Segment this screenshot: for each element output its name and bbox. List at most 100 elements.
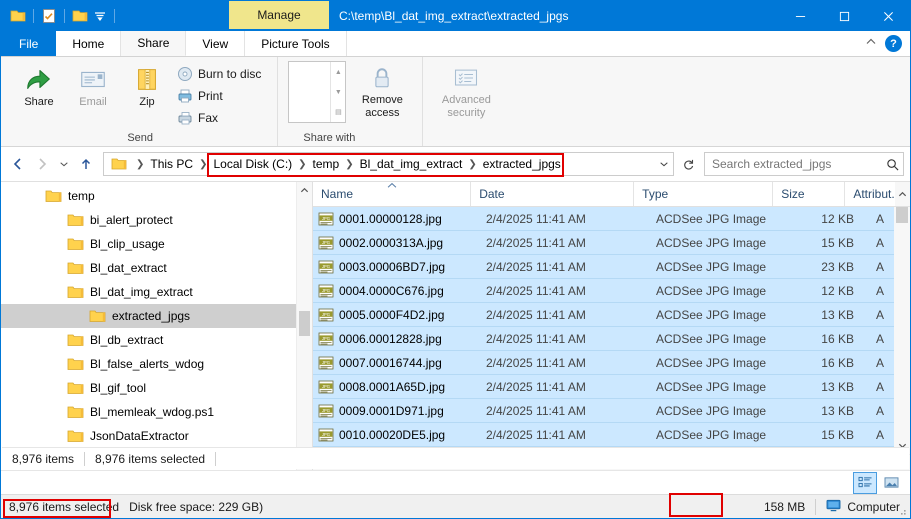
back-button[interactable] — [7, 152, 29, 176]
breadcrumb[interactable]: ❯ This PC ❯ Local Disk (C:) ❯ temp ❯ Bl_… — [103, 152, 674, 176]
zip-button[interactable]: Zip — [121, 61, 173, 112]
table-row[interactable]: JPG 0006.00012828.jpg 2/4/2025 11:41 AM ACD… — [313, 327, 894, 351]
remove-access-button[interactable]: Remove access — [352, 61, 412, 122]
breadcrumb-separator-2[interactable]: ❯ — [296, 159, 308, 170]
column-header-attributes[interactable]: Attribut. — [845, 182, 894, 206]
minimize-button[interactable] — [778, 1, 822, 31]
tab-view[interactable]: View — [186, 31, 246, 56]
sidebar-item-extracted-jpgs[interactable]: extracted_jpgs — [1, 304, 296, 328]
file-scroll-up-icon[interactable] — [894, 182, 910, 206]
recent-locations-icon[interactable] — [55, 152, 73, 176]
share-to-spinner[interactable]: ▲ ▼ ▤ — [330, 62, 345, 122]
spinner-up-icon[interactable]: ▲ — [331, 62, 345, 82]
burn-to-disc-button[interactable]: Burn to disc — [175, 63, 267, 85]
folder-icon — [67, 237, 84, 251]
share-to-list[interactable] — [289, 62, 330, 122]
breadcrumb-separator-0[interactable]: ❯ — [134, 159, 146, 170]
search-input[interactable]: Search extracted_jpgs — [712, 157, 881, 171]
forward-button[interactable] — [31, 152, 53, 176]
column-header-name[interactable]: Name — [313, 182, 472, 206]
explorer-icon[interactable] — [9, 7, 27, 25]
share-to-listbox[interactable]: ▲ ▼ ▤ — [288, 61, 347, 123]
table-row[interactable]: JPG 0008.0001A65D.jpg 2/4/2025 11:41 AM ACD… — [313, 375, 894, 399]
breadcrumb-item-bl-dat-img-extract[interactable]: Bl_dat_img_extract — [356, 156, 467, 172]
table-row[interactable]: JPG 0005.0000F4D2.jpg 2/4/2025 11:41 AM ACD… — [313, 303, 894, 327]
nav-scroll-up-icon[interactable] — [297, 182, 312, 199]
spinner-down-icon[interactable]: ▼ — [331, 82, 345, 102]
properties-icon[interactable] — [40, 7, 58, 25]
column-header-size[interactable]: Size — [773, 182, 846, 206]
sidebar-item-temp[interactable]: temp — [1, 184, 296, 208]
table-row[interactable]: JPG 0007.00016744.jpg 2/4/2025 11:41 AM ACD… — [313, 351, 894, 375]
table-row[interactable]: JPG 0003.00006BD7.jpg 2/4/2025 11:41 AM ACD… — [313, 255, 894, 279]
sidebar-item-bl-gif-tool[interactable]: Bl_gif_tool — [1, 376, 296, 400]
status-disk-free: Disk free space: 229 GB) — [127, 500, 271, 514]
nav-pane-scrollbar[interactable] — [296, 182, 312, 470]
email-button[interactable]: Email — [67, 61, 119, 112]
breadcrumb-item-temp[interactable]: temp — [309, 156, 344, 172]
file-scroll-thumb[interactable] — [896, 207, 908, 224]
table-row[interactable]: JPG 0009.0001D971.jpg 2/4/2025 11:41 AM ACD… — [313, 399, 894, 423]
file-scroll-track[interactable] — [894, 207, 910, 437]
contextual-tab-manage[interactable]: Manage — [229, 1, 329, 29]
nav-scroll-track[interactable] — [297, 199, 312, 453]
sidebar-item-bl-dat-img-extract[interactable]: Bl_dat_img_extract — [1, 280, 296, 304]
fax-button[interactable]: Fax — [175, 107, 267, 129]
table-row[interactable]: JPG 0001.00000128.jpg 2/4/2025 11:41 AM ACD… — [313, 207, 894, 231]
breadcrumb-separator-3[interactable]: ❯ — [343, 159, 355, 170]
details-view-button[interactable] — [853, 471, 877, 494]
column-header-type[interactable]: Type — [634, 182, 774, 206]
nav-scroll-thumb[interactable] — [299, 310, 310, 337]
breadcrumb-separator-4[interactable]: ❯ — [466, 159, 478, 170]
cell-attr: A — [876, 283, 885, 298]
table-row[interactable]: JPG 0002.0000313A.jpg 2/4/2025 11:41 AM ACD… — [313, 231, 894, 255]
print-icon — [178, 89, 192, 103]
breadcrumb-item-local-disk[interactable]: Local Disk (C:) — [209, 156, 296, 172]
status-location-label: Computer — [847, 499, 900, 514]
help-icon[interactable]: ? — [885, 35, 902, 52]
breadcrumb-root-icon-item[interactable] — [107, 156, 134, 172]
spinner-more-icon[interactable]: ▤ — [331, 102, 345, 122]
cell-date: 2/4/2025 11:41 AM — [486, 235, 586, 250]
breadcrumb-item-temp-label: temp — [312, 157, 340, 171]
breadcrumb-item-this-pc[interactable]: This PC — [146, 156, 197, 172]
up-button[interactable] — [75, 152, 97, 176]
search-icon[interactable] — [881, 158, 903, 171]
resize-grip-icon[interactable] — [896, 505, 908, 517]
sidebar-item-jsondataextractor[interactable]: JsonDataExtractor — [1, 424, 296, 448]
advanced-security-label: Advanced security — [441, 94, 491, 119]
sidebar-item-bi-alert-protect[interactable]: bi_alert_protect — [1, 208, 296, 232]
sidebar-item-label: Bl_dat_extract — [90, 261, 167, 275]
sidebar-item-bl-dat-extract[interactable]: Bl_dat_extract — [1, 256, 296, 280]
email-button-label: Email — [79, 96, 107, 108]
collapse-ribbon-icon[interactable] — [865, 36, 877, 51]
refresh-button[interactable] — [678, 153, 698, 175]
close-button[interactable] — [866, 1, 910, 31]
large-icons-view-button[interactable] — [880, 473, 902, 493]
file-list-scrollbar[interactable] — [894, 207, 910, 454]
print-button[interactable]: Print — [175, 85, 267, 107]
tab-file[interactable]: File — [1, 31, 57, 56]
tab-home[interactable]: Home — [56, 31, 122, 56]
search-box[interactable]: Search extracted_jpgs — [704, 152, 904, 176]
column-header-date[interactable]: Date — [471, 182, 635, 206]
breadcrumb-item-extracted-jpgs[interactable]: extracted_jpgs — [479, 156, 565, 172]
svg-text:JPG: JPG — [322, 383, 330, 388]
tab-picture-tools[interactable]: Picture Tools — [245, 31, 347, 56]
customize-caret-icon[interactable] — [92, 7, 108, 25]
table-row[interactable]: JPG 0004.0000C676.jpg 2/4/2025 11:41 AM ACD… — [313, 279, 894, 303]
sidebar-item-bl-db-extract[interactable]: Bl_db_extract — [1, 328, 296, 352]
zip-button-label: Zip — [139, 96, 155, 108]
breadcrumb-dropdown-icon[interactable] — [655, 159, 673, 169]
jpg-file-icon: JPG — [318, 260, 334, 274]
tab-share[interactable]: Share — [121, 31, 187, 56]
maximize-button[interactable] — [822, 1, 866, 31]
share-button[interactable]: Share — [13, 61, 65, 112]
advanced-security-button[interactable]: Advanced security — [433, 61, 499, 122]
sidebar-item-bl-false-alerts-wdog[interactable]: Bl_false_alerts_wdog — [1, 352, 296, 376]
sidebar-item-bl-memleak-wdog-ps1[interactable]: Bl_memleak_wdog.ps1 — [1, 400, 296, 424]
new-folder-icon[interactable] — [71, 7, 89, 25]
table-row[interactable]: JPG 0010.00020DE5.jpg 2/4/2025 11:41 AM ACD… — [313, 423, 894, 447]
breadcrumb-separator-1[interactable]: ❯ — [197, 159, 209, 170]
sidebar-item-bl-clip-usage[interactable]: Bl_clip_usage — [1, 232, 296, 256]
